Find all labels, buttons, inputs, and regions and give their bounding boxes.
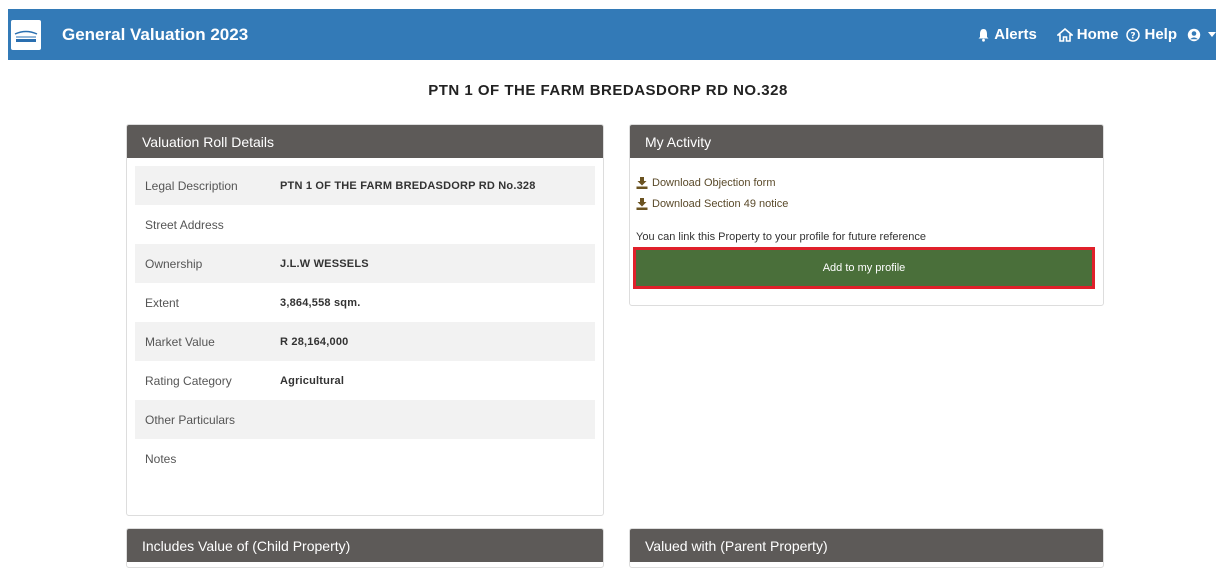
row-value: Agricultural: [280, 374, 345, 387]
row-label: Legal Description: [145, 178, 238, 193]
table-row: Extent 3,864,558 sqm.: [135, 283, 595, 322]
table-row: Market Value R 28,164,000: [135, 322, 595, 361]
download-objection-link[interactable]: Download Objection form: [636, 172, 1103, 193]
add-profile-highlight: Add to my profile: [633, 247, 1095, 289]
valuation-roll-heading: Valuation Roll Details: [127, 125, 603, 158]
page-title: PTN 1 OF THE FARM BREDASDORP RD NO.328: [428, 82, 788, 99]
row-value: R 28,164,000: [280, 335, 349, 348]
home-icon: [1056, 27, 1073, 42]
row-label: Street Address: [145, 217, 224, 232]
download-section49-link[interactable]: Download Section 49 notice: [636, 193, 1103, 214]
add-to-profile-button[interactable]: Add to my profile: [636, 250, 1092, 286]
svg-text:?: ?: [1131, 31, 1136, 41]
download-section49-label: Download Section 49 notice: [652, 197, 789, 210]
row-label: Notes: [145, 451, 177, 466]
nav-help-label: Help: [1144, 26, 1177, 43]
parent-property-heading: Valued with (Parent Property): [630, 529, 1103, 562]
nav-home-label: Home: [1076, 26, 1119, 43]
table-row: Street Address: [135, 205, 595, 244]
download-objection-label: Download Objection form: [652, 176, 776, 189]
download-icon: [636, 176, 648, 189]
bell-icon: [978, 28, 989, 42]
child-property-panel: Includes Value of (Child Property): [126, 528, 604, 568]
help-icon: ?: [1126, 27, 1141, 42]
nav-home[interactable]: Home: [1056, 26, 1119, 43]
row-label: Market Value: [145, 334, 215, 349]
municipality-logo[interactable]: [11, 19, 41, 50]
nav-help[interactable]: ? Help: [1126, 26, 1177, 43]
valuation-roll-panel: Valuation Roll Details Legal Description…: [126, 124, 604, 516]
top-navbar: General Valuation 2023 Alerts Home ? Hel…: [8, 9, 1216, 60]
download-icon: [636, 197, 648, 210]
nav-alerts-label: Alerts: [994, 26, 1037, 43]
table-row: Other Particulars: [135, 400, 595, 439]
row-value: J.L.W WESSELS: [280, 257, 369, 270]
my-activity-heading: My Activity: [630, 125, 1103, 158]
table-row: Rating Category Agricultural: [135, 361, 595, 400]
child-property-heading: Includes Value of (Child Property): [127, 529, 603, 562]
caret-down-icon: [1208, 31, 1216, 37]
row-label: Ownership: [145, 256, 203, 271]
app-title[interactable]: General Valuation 2023: [62, 25, 248, 45]
nav-alerts[interactable]: Alerts: [977, 26, 1037, 43]
table-row: Ownership J.L.W WESSELS: [135, 244, 595, 283]
row-value: PTN 1 OF THE FARM BREDASDORP RD No.328: [280, 179, 536, 192]
row-label: Extent: [145, 295, 180, 310]
table-row: Legal Description PTN 1 OF THE FARM BRED…: [135, 166, 595, 205]
user-icon: [1187, 28, 1201, 41]
row-label: Other Particulars: [145, 412, 236, 427]
table-row: Notes: [135, 439, 595, 478]
link-profile-note: You can link this Property to your profi…: [636, 231, 927, 243]
user-menu[interactable]: [1187, 28, 1216, 42]
row-label: Rating Category: [145, 373, 232, 388]
row-value: 3,864,558 sqm.: [280, 296, 361, 309]
valuation-roll-table: Legal Description PTN 1 OF THE FARM BRED…: [135, 166, 595, 478]
my-activity-panel: My Activity Download Objection form Down…: [629, 124, 1104, 306]
parent-property-panel: Valued with (Parent Property): [629, 528, 1104, 568]
